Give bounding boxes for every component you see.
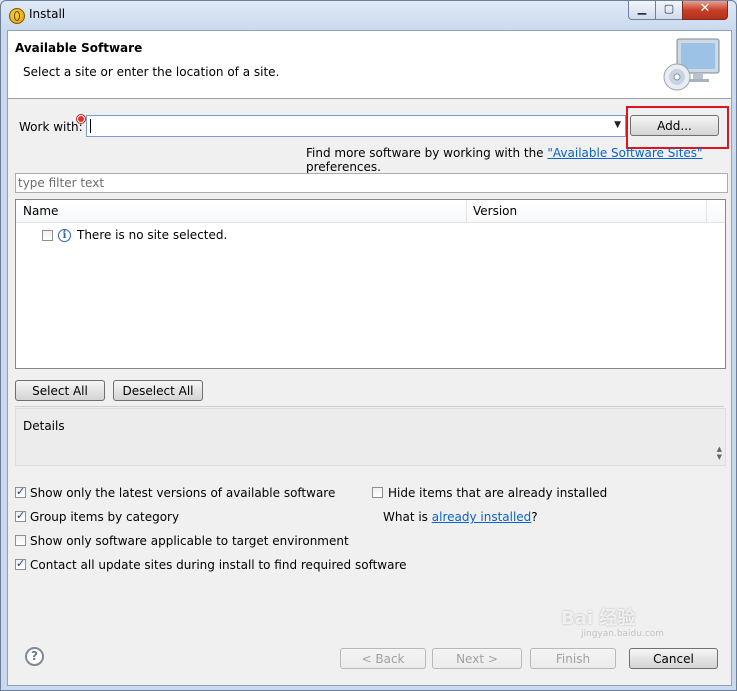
baidu-watermark: Bai 经验	[561, 608, 636, 629]
dialog-body: Available Software Select a site or ente…	[7, 30, 732, 686]
details-panel: Details ▲ ▼	[15, 408, 726, 466]
window-title: Install	[29, 7, 66, 21]
header-banner: Available Software Select a site or ente…	[8, 31, 731, 99]
tree-row-label: There is no site selected.	[77, 228, 228, 242]
title-bar: Install ▁ ▢ ✕	[1, 1, 736, 29]
cancel-button[interactable]: Cancel	[629, 648, 718, 669]
work-with-label: Work with:	[19, 120, 83, 134]
help-icon[interactable]: ?	[25, 647, 44, 666]
install-monitor-icon	[663, 38, 720, 91]
details-scroll-icon[interactable]: ▲ ▼	[717, 445, 722, 461]
add-button-highlight	[626, 106, 729, 149]
deselect-all-button[interactable]: Deselect All	[113, 380, 203, 401]
group-by-category-label: Group items by category	[30, 510, 180, 524]
dropdown-arrow-icon[interactable]: ▼	[614, 120, 621, 130]
details-label: Details	[23, 419, 65, 433]
contact-sites-label: Contact all update sites during install …	[30, 558, 407, 572]
column-header-version[interactable]: Version	[473, 204, 517, 218]
text-cursor	[90, 119, 91, 133]
column-divider	[466, 200, 467, 222]
select-all-button[interactable]: Select All	[15, 380, 105, 401]
minimize-button[interactable]: ▁	[628, 1, 656, 20]
tree-header: Name Version	[16, 200, 725, 223]
group-by-category-checkbox[interactable]	[15, 509, 26, 522]
close-icon: ✕	[699, 1, 711, 16]
tree-row-checkbox[interactable]	[42, 230, 53, 241]
show-applicable-label: Show only software applicable to target …	[30, 534, 349, 548]
back-button[interactable]: < Back	[340, 648, 426, 669]
maximize-button[interactable]: ▢	[655, 1, 683, 20]
maximize-icon: ▢	[663, 2, 675, 15]
show-applicable-checkbox[interactable]	[15, 535, 26, 546]
eclipse-app-icon	[9, 8, 25, 24]
show-latest-label: Show only the latest versions of availab…	[30, 486, 336, 500]
show-latest-checkbox[interactable]	[15, 485, 26, 498]
page-subtitle: Select a site or enter the location of a…	[23, 65, 280, 79]
what-is-installed-text: What is already installed?	[383, 510, 538, 524]
hide-installed-label: Hide items that are already installed	[388, 486, 608, 500]
info-icon: i	[58, 229, 71, 242]
minimize-icon: ▁	[637, 2, 647, 15]
contact-sites-checkbox[interactable]	[15, 557, 26, 570]
divider	[15, 406, 724, 407]
baidu-watermark-url: jingyan.baidu.com	[581, 629, 665, 639]
work-with-combo[interactable]: ▼	[86, 115, 626, 137]
column-divider	[706, 200, 707, 222]
page-title: Available Software	[15, 41, 143, 55]
required-field-icon	[77, 115, 85, 123]
hide-installed-checkbox[interactable]	[372, 487, 383, 498]
find-more-text: Find more software by working with the "…	[306, 146, 703, 174]
already-installed-link[interactable]: already installed	[432, 510, 532, 524]
filter-input[interactable]: type filter text	[15, 173, 728, 193]
next-button[interactable]: Next >	[432, 648, 522, 669]
available-software-sites-link[interactable]: "Available Software Sites"	[547, 146, 702, 160]
close-button[interactable]: ✕	[682, 1, 728, 20]
install-dialog: Install ▁ ▢ ✕ Available Software Select …	[0, 0, 737, 691]
finish-button[interactable]: Finish	[530, 648, 616, 669]
software-tree[interactable]: Name Version i There is no site selected…	[15, 199, 726, 369]
column-header-name[interactable]: Name	[23, 204, 58, 218]
